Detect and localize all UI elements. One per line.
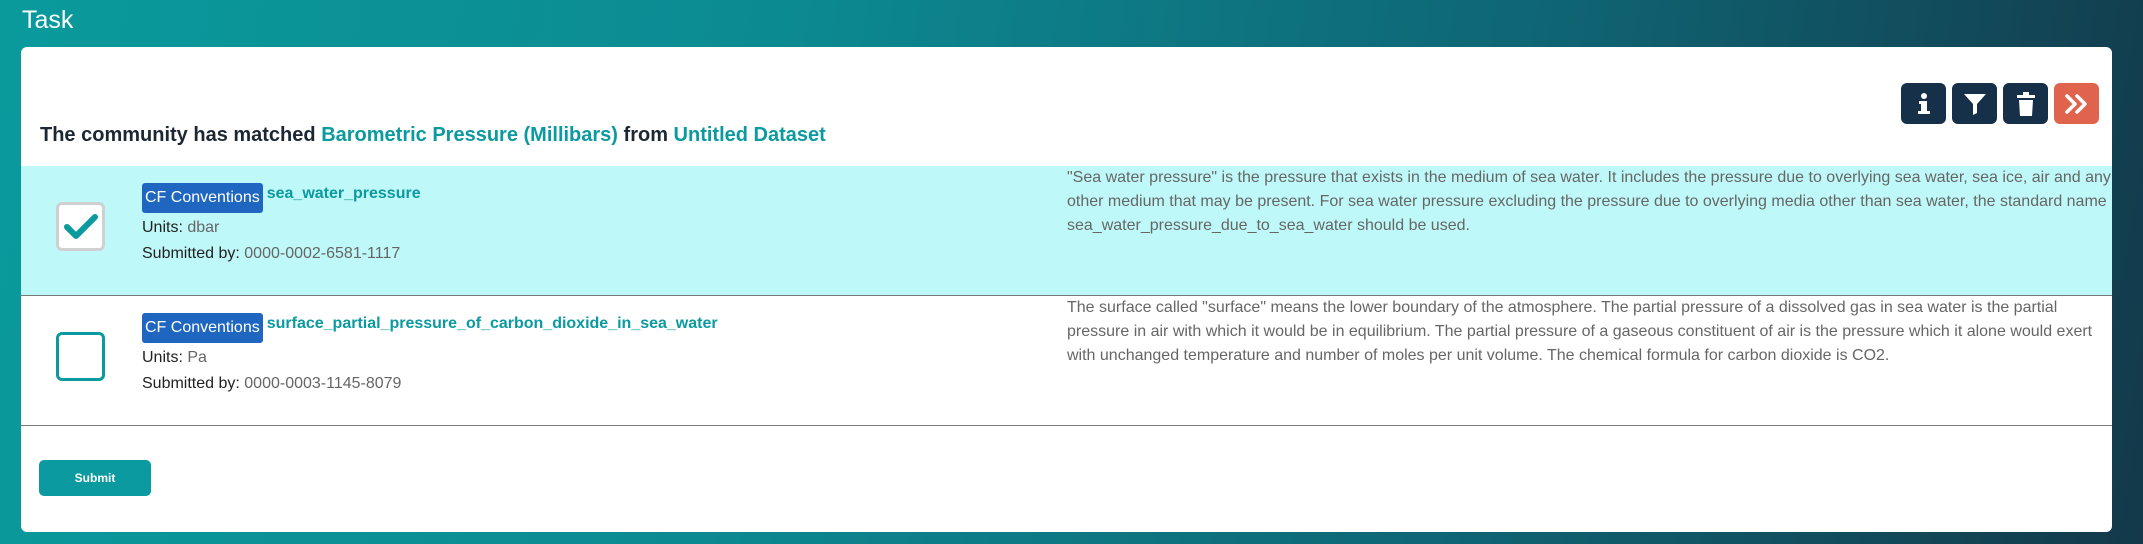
term-checkbox[interactable]	[56, 332, 105, 381]
term-info: CF Conventions surface_partial_pressure_…	[142, 313, 718, 395]
toolbar	[1901, 83, 2099, 124]
heading-prefix: The community has matched	[40, 124, 316, 146]
app-title: Task	[22, 6, 74, 34]
check-icon	[63, 213, 98, 239]
units-label: Units:	[142, 349, 183, 366]
units-value: dbar	[187, 219, 220, 236]
term-name-link[interactable]: surface_partial_pressure_of_carbon_dioxi…	[267, 315, 718, 333]
units-label: Units:	[142, 219, 183, 236]
filter-button[interactable]	[1952, 83, 1997, 124]
term-row[interactable]: CF Conventions surface_partial_pressure_…	[21, 296, 2112, 426]
vocabulary-badge: CF Conventions	[142, 183, 263, 213]
fast-forward-icon	[2064, 93, 2087, 114]
submitted-by: Submitted by: 0000-0003-1145-8079	[142, 372, 718, 395]
units: Units: dbar	[142, 216, 421, 239]
term-row[interactable]: CF Conventions sea_water_pressure Units:…	[21, 166, 2112, 296]
matched-variable-link[interactable]: Barometric Pressure (Millibars)	[321, 124, 618, 146]
filter-icon	[1963, 93, 1986, 115]
term-description: The surface called "surface" means the l…	[1067, 299, 2093, 364]
submitted-label: Submitted by:	[142, 245, 240, 262]
info-icon	[1917, 92, 1930, 114]
submitted-value: 0000-0002-6581-1117	[244, 245, 401, 262]
heading-connector: from	[623, 124, 668, 146]
match-heading: The community has matched Barometric Pre…	[40, 124, 826, 147]
term-checkbox-checked[interactable]	[56, 202, 105, 251]
submitted-by: Submitted by: 0000-0002-6581-1117	[142, 242, 421, 265]
skip-button[interactable]	[2054, 83, 2099, 124]
trash-icon	[2016, 91, 2035, 116]
term-info: CF Conventions sea_water_pressure Units:…	[142, 183, 421, 265]
term-name-link[interactable]: sea_water_pressure	[267, 185, 421, 203]
task-card: The community has matched Barometric Pre…	[21, 47, 2112, 532]
dataset-link[interactable]: Untitled Dataset	[674, 124, 826, 146]
delete-button[interactable]	[2003, 83, 2048, 124]
info-button[interactable]	[1901, 83, 1946, 124]
submit-button[interactable]: Submit	[39, 460, 151, 496]
units-value: Pa	[187, 349, 207, 366]
units: Units: Pa	[142, 346, 718, 369]
submitted-value: 0000-0003-1145-8079	[244, 375, 402, 392]
submitted-label: Submitted by:	[142, 375, 240, 392]
term-description: "Sea water pressure" is the pressure tha…	[1067, 169, 2111, 234]
vocabulary-badge: CF Conventions	[142, 313, 263, 343]
